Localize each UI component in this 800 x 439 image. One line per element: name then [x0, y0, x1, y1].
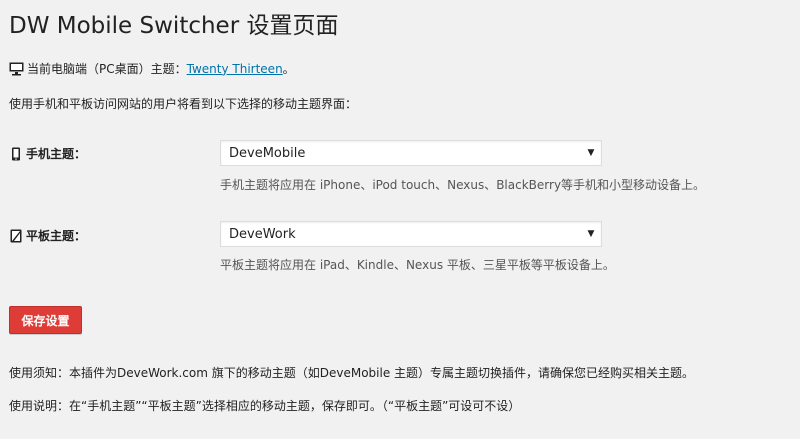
- tablet-theme-label: 平板主题：: [26, 229, 87, 243]
- triangle-down-icon: ▼: [587, 148, 595, 158]
- mobile-theme-label: 手机主题：: [26, 147, 87, 161]
- tablet-icon: [10, 229, 22, 243]
- mobile-theme-selected: DeveMobile: [229, 145, 306, 161]
- tablet-theme-label-row: 平板主题：: [10, 227, 86, 244]
- current-theme-link[interactable]: Twenty Thirteen: [187, 62, 283, 76]
- mobile-theme-label-row: 手机主题：: [10, 145, 86, 162]
- usage-instructions: 使用说明：在“手机主题”“平板主题”选择相应的移动主题，保存即可。（“平板主题”…: [9, 399, 521, 413]
- intro-text: 使用手机和平板访问网站的用户将看到以下选择的移动主题界面：: [9, 97, 358, 111]
- tablet-theme-select[interactable]: DeveWork ▼: [220, 221, 602, 247]
- desktop-icon: [9, 62, 24, 76]
- mobile-theme-select[interactable]: DeveMobile ▼: [220, 140, 602, 166]
- tablet-theme-selected: DeveWork: [229, 226, 296, 242]
- smartphone-icon: [10, 147, 22, 161]
- tablet-theme-desc: 平板主题将应用在 iPad、Kindle、Nexus 平板、三星平板等平板设备上…: [220, 258, 615, 272]
- current-theme-suffix: 。: [282, 62, 295, 76]
- mobile-theme-desc: 手机主题将应用在 iPhone、iPod touch、Nexus、BlackBe…: [220, 178, 706, 192]
- triangle-down-icon: ▼: [587, 229, 595, 239]
- usage-notice: 使用须知：本插件为DeveWork.com 旗下的移动主题（如DeveMobil…: [9, 366, 695, 380]
- current-theme-label: 当前电脑端（PC桌面）主题：: [27, 62, 187, 76]
- page-title: DW Mobile Switcher 设置页面: [9, 13, 339, 39]
- current-theme-line: 当前电脑端（PC桌面）主题： Twenty Thirteen 。: [9, 60, 295, 77]
- save-settings-button[interactable]: 保存设置: [9, 306, 82, 334]
